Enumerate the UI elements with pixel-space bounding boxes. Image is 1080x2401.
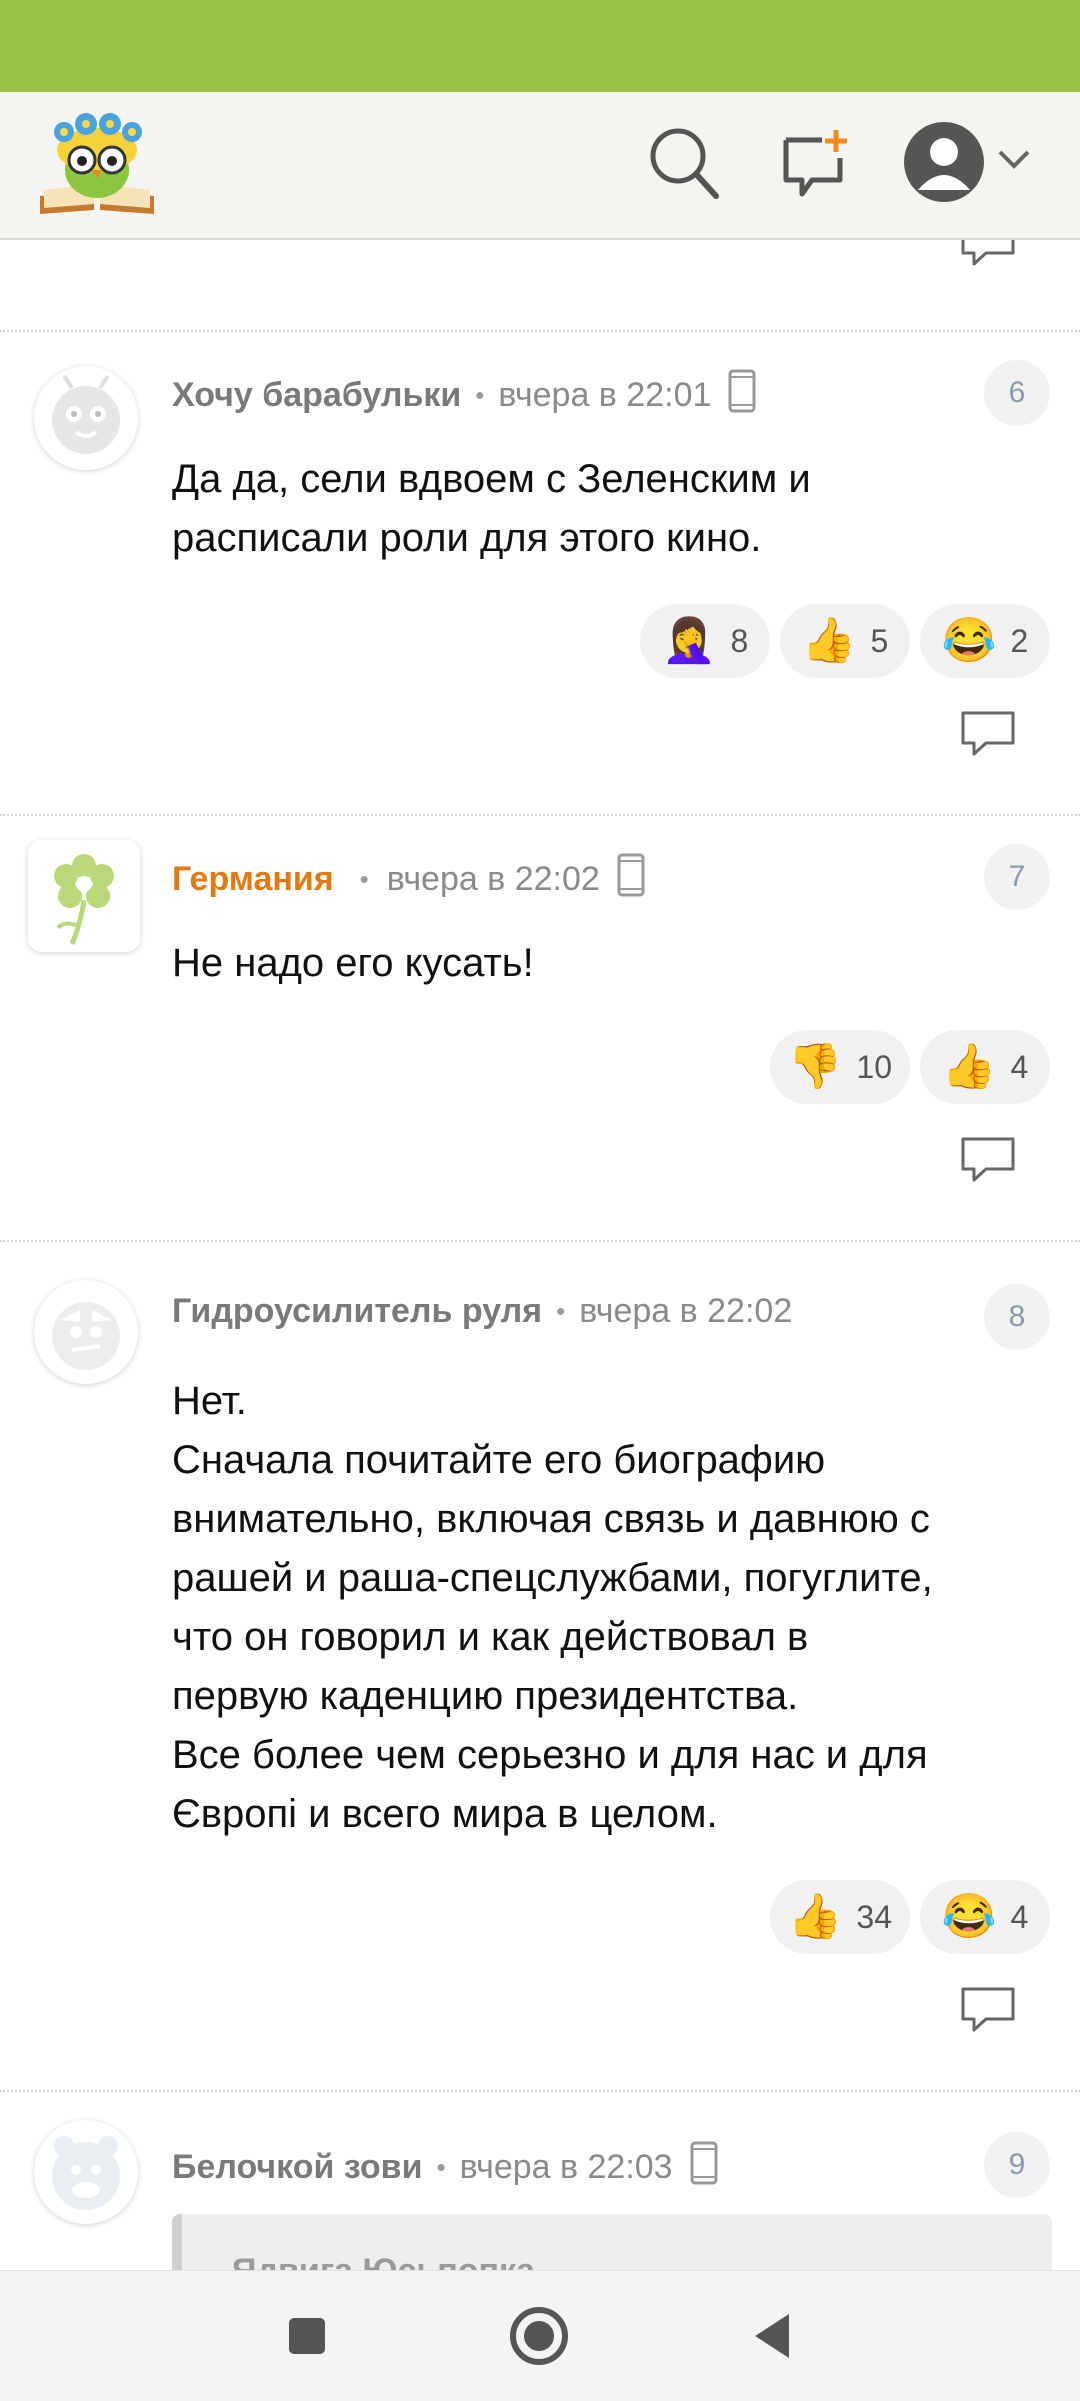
comment-line: что он говорил и как действовал в [172,1615,809,1659]
comment-line: Все более чем серьезно и для нас и для [172,1733,928,1777]
mobile-phone-icon [689,2140,719,2195]
comment-number: 7 [984,844,1050,910]
reactions-bar: 🤦‍♀️ 8 👍 5 😂 2 [640,604,1050,678]
comment-line: Да да, сели вдвоем с Зеленским и [172,457,811,501]
status-bar [0,0,1080,92]
separator-dot: • [359,864,369,894]
comment-meta: Хочу барабульки • вчера в 22:01 [172,368,757,423]
avatar[interactable] [34,1280,138,1384]
reaction-count: 4 [1010,1898,1029,1935]
comment-number: 6 [984,360,1050,426]
reaction-count: 8 [730,622,749,659]
comment-number: 9 [984,2132,1050,2198]
facepalm-icon: 🤦‍♀️ [661,616,717,665]
reaction-thumbs-up[interactable]: 👍 5 [780,604,910,678]
comment-meta: Гидроусилитель руля • вчера в 22:02 [172,1292,792,1331]
reaction-thumbs-up[interactable]: 👍 34 [769,1880,910,1954]
separator-dot: • [475,380,485,410]
comment-line: внимательно, включая связь и давнюю с [172,1497,930,1541]
timestamp: вчера в 22:02 [386,860,600,898]
timestamp: вчера в 22:03 [459,2148,673,2186]
reaction-count: 10 [856,1048,892,1085]
quote-author: Ядвига Юсьпопка [232,2252,535,2270]
author-name[interactable]: Гидроусилитель руля [172,1292,542,1331]
comment-line: Нет. [172,1379,247,1423]
reply-icon[interactable] [960,1136,1016,1184]
separator-dot: • [436,2152,446,2182]
avatar-icon[interactable] [902,120,986,209]
system-navigation-bar [0,2270,1080,2401]
triangle-back-icon[interactable] [738,2301,808,2371]
reaction-thumbs-down[interactable]: 👎 10 [769,1030,910,1104]
thumbs-up-icon: 👍 [801,616,857,665]
divider [0,1240,1080,1242]
reaction-count: 2 [1010,622,1029,659]
avatar[interactable] [34,366,138,470]
comment-line: Не надо его кусать! [172,941,534,985]
reply-icon[interactable] [960,1986,1016,2034]
comments-list[interactable]: Хочу барабульки • вчера в 22:01 6 Да да,… [0,240,1080,2270]
reaction-laughing[interactable]: 😂 2 [920,604,1050,678]
top-app-bar [0,92,1080,240]
author-name[interactable]: Белочкой зови [172,2148,422,2187]
divider [0,330,1080,332]
reaction-count: 4 [1010,1048,1029,1085]
comment-line: первую каденцию президентства. [172,1674,799,1718]
thumbs-down-icon: 👎 [787,1042,843,1091]
circle-home-icon[interactable] [504,2301,574,2371]
divider [0,814,1080,816]
reactions-bar: 👍 34 😂 4 [769,1880,1050,1954]
comment-text: Не надо его кусать! [172,934,1052,993]
comment-line: расписали роли для этого кино. [172,516,762,560]
thumbs-up-icon: 👍 [941,1042,997,1091]
reaction-laughing[interactable]: 😂 4 [920,1880,1050,1954]
mobile-phone-icon [727,368,757,423]
reply-icon[interactable] [960,710,1016,758]
laughing-icon: 😂 [941,616,997,665]
author-name[interactable]: Германия [172,860,334,899]
comment-line: рашей и раша-спецслужбами, погуглите, [172,1556,933,1600]
comment-meta: Белочкой зови • вчера в 22:03 [172,2140,719,2195]
laughing-icon: 😂 [941,1892,997,1941]
chevron-down-icon[interactable] [996,148,1032,177]
timestamp: вчера в 22:01 [498,376,712,414]
owl-book-logo-icon[interactable] [34,110,160,220]
reaction-count: 34 [856,1898,892,1935]
comment-text: Да да, сели вдвоем с Зеленским и расписа… [172,450,1052,568]
divider [0,2090,1080,2092]
new-message-icon[interactable] [778,124,854,209]
reply-icon[interactable] [960,240,1016,268]
reaction-thumbs-up[interactable]: 👍 4 [920,1030,1050,1104]
comment-number: 8 [984,1284,1050,1350]
avatar[interactable] [34,2120,138,2224]
quoted-reply[interactable]: Ядвига Юсьпопка [172,2214,1052,2270]
separator-dot: • [556,1296,566,1326]
reaction-facepalm[interactable]: 🤦‍♀️ 8 [640,604,770,678]
search-icon[interactable] [646,124,722,209]
comment-line: Європі и всего мира в целом. [172,1792,718,1836]
mobile-phone-icon [616,852,646,907]
timestamp: вчера в 22:02 [579,1292,793,1330]
square-recents-icon[interactable] [272,2301,342,2371]
reaction-count: 5 [870,622,889,659]
comment-line: Сначала почитайте его биографию [172,1438,826,1482]
author-name[interactable]: Хочу барабульки [172,376,461,415]
reactions-bar: 👎 10 👍 4 [769,1030,1050,1104]
comment-text: Нет. Сначала почитайте его биографию вни… [172,1372,1052,1844]
thumbs-up-icon: 👍 [787,1892,843,1941]
avatar[interactable] [28,840,140,952]
comment-meta: Германия • вчера в 22:02 [172,852,646,907]
